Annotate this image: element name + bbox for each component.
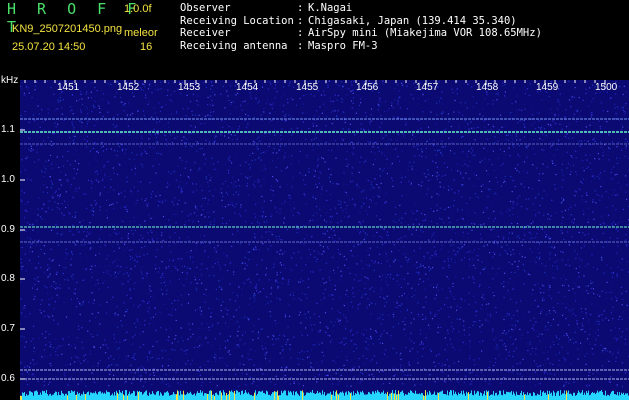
info-value: K.Nagai bbox=[308, 2, 353, 14]
y-tick-label: 0.8 bbox=[1, 273, 15, 284]
info-colon: : bbox=[297, 2, 304, 14]
y-tick-label: 1.0 bbox=[1, 174, 15, 185]
x-tick-label: 1458 bbox=[476, 82, 499, 93]
info-value: Chigasaki, Japan (139.414 35.340) bbox=[308, 14, 517, 27]
info-row-observer: Observer: K.Nagai bbox=[180, 2, 542, 15]
x-tick-label: 1452 bbox=[117, 82, 140, 93]
x-tick-label: 1456 bbox=[356, 82, 379, 93]
app-version: 1.0.0f bbox=[124, 3, 152, 15]
y-tick-label: 0.9 bbox=[1, 224, 15, 235]
y-tick-label: 0.7 bbox=[1, 323, 15, 334]
info-colon: : bbox=[297, 14, 304, 27]
x-tick-label: 1500 bbox=[595, 82, 618, 93]
x-tick-label: 1454 bbox=[236, 82, 259, 93]
spectrogram bbox=[20, 80, 629, 400]
header-left: H R O F F T 1.0.0f KN9_2507201450.png me… bbox=[0, 0, 170, 80]
info-colon: : bbox=[297, 27, 304, 39]
x-tick-label: 1457 bbox=[416, 82, 439, 93]
y-tick-label: 1.1 bbox=[1, 124, 15, 135]
info-key: Receiving antenna bbox=[180, 39, 288, 52]
info-colon: : bbox=[297, 39, 304, 52]
noise-floor-band bbox=[20, 390, 629, 400]
detection-flag: meleor bbox=[124, 27, 158, 39]
info-row-receiver: Receiver: AirSpy mini (Miakejima VOR 108.… bbox=[180, 27, 542, 40]
timestamp: 25.07.20 14:50 bbox=[12, 41, 86, 53]
detection-count: 16 bbox=[140, 41, 153, 53]
y-ticks bbox=[20, 129, 25, 380]
observation-info: Observer: K.Nagai Receiving Location: Chig… bbox=[180, 2, 542, 52]
noise-texture bbox=[20, 80, 629, 388]
file-name: KN9_2507201450.png bbox=[12, 23, 123, 35]
y-tick-label: 0.6 bbox=[1, 373, 15, 384]
y-axis-unit: kHz bbox=[1, 75, 19, 86]
info-key: Receiving Location bbox=[180, 14, 294, 27]
x-tick-label: 1453 bbox=[178, 82, 201, 93]
x-tick-label: 1459 bbox=[536, 82, 559, 93]
spectrogram-canvas bbox=[20, 80, 629, 400]
info-key: Receiver bbox=[180, 27, 231, 39]
x-tick-label: 1451 bbox=[57, 82, 80, 93]
x-tick-label: 1455 bbox=[296, 82, 319, 93]
info-row-location: Receiving Location: Chigasaki, Japan (139… bbox=[180, 15, 542, 28]
info-value: Maspro FM-3 bbox=[308, 39, 378, 52]
info-row-antenna: Receiving antenna: Maspro FM-3 bbox=[180, 40, 542, 53]
info-key: Observer bbox=[180, 2, 231, 14]
info-value: AirSpy mini (Miakejima VOR 108.65MHz) bbox=[308, 27, 542, 39]
